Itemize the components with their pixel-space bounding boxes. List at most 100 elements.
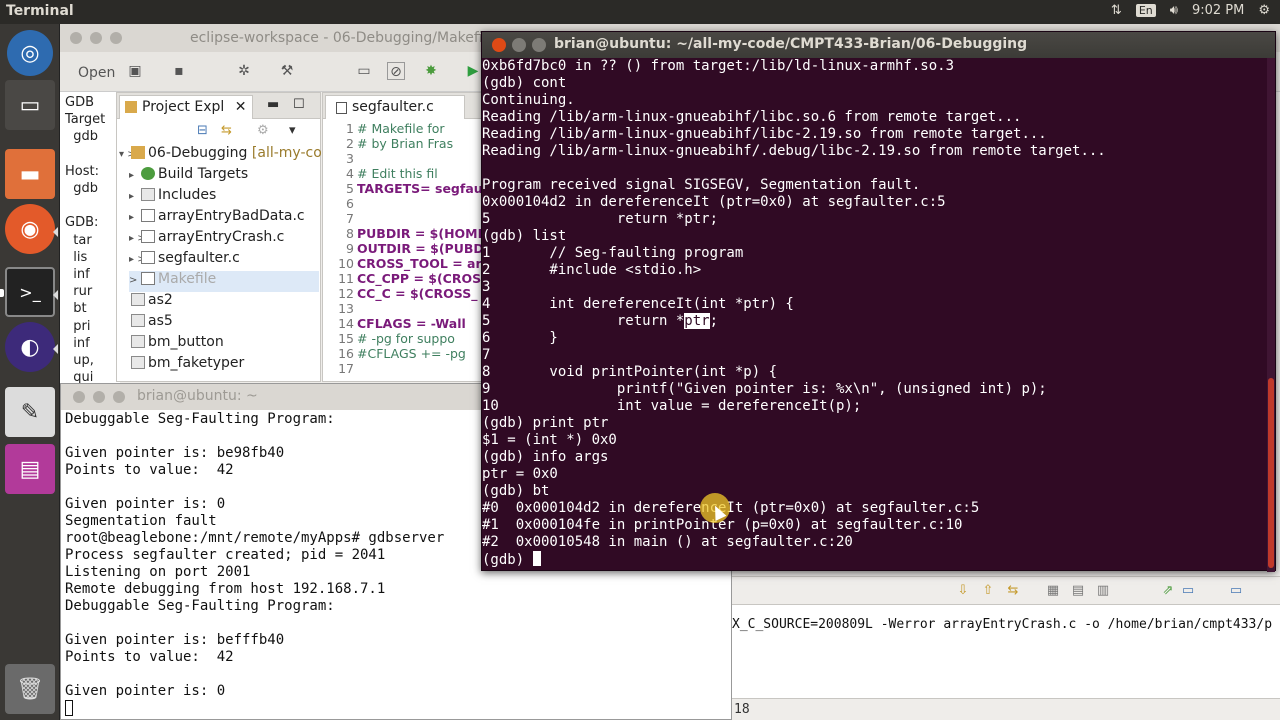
pin-icon[interactable]: ▦ — [1045, 583, 1061, 599]
build-icon[interactable]: ⚒ — [278, 62, 296, 80]
collapse-all-icon[interactable]: ⊟ — [197, 123, 208, 138]
code-text: OUTDIR = $(PUBD — [357, 241, 484, 256]
save-icon[interactable]: ▪ — [170, 62, 188, 80]
terminal-line: Reading /lib/arm-linux-gnueabihf/libc-2.… — [482, 126, 1047, 142]
open-console-icon[interactable]: ▭ — [1228, 583, 1244, 599]
terminal-line: Reading /lib/arm-linux-gnueabihf/.debug/… — [482, 143, 1106, 159]
tab-segfaulter-c[interactable]: segfaulter.c — [325, 95, 465, 119]
gear-icon[interactable]: ⚙ — [1258, 3, 1270, 18]
expand-arrow-icon[interactable]: > — [129, 275, 141, 286]
app-icon[interactable]: ▤ — [5, 444, 55, 494]
minimize-button[interactable] — [90, 32, 102, 44]
link-editor-icon[interactable]: ⇆ — [221, 123, 232, 138]
keyboard-language-indicator[interactable]: En — [1135, 4, 1156, 17]
files-folder-icon[interactable]: ▬ — [5, 149, 55, 199]
tree-item[interactable]: bm_faketyper — [119, 355, 244, 376]
gdb-note-line: tar — [65, 232, 92, 248]
eclipse-icon[interactable]: ◐ — [5, 322, 55, 372]
close-button[interactable] — [492, 38, 506, 52]
code-text: # -pg for suppo — [357, 331, 455, 346]
up-arrow-icon[interactable]: ⇧ — [980, 583, 996, 599]
filter-icon[interactable]: ⚙ — [257, 123, 269, 138]
minimize-button[interactable] — [93, 391, 105, 403]
firefox-icon[interactable]: ◉ — [5, 204, 55, 254]
tree-item-label: as2 — [148, 292, 173, 308]
terminal-icon[interactable]: >_ — [5, 267, 55, 317]
tree-item[interactable]: bm_button — [119, 334, 224, 355]
maximize-button[interactable] — [113, 391, 125, 403]
folder-icon — [141, 188, 155, 201]
code-line: 7 — [323, 211, 357, 226]
project-explorer: Project Expl ✕ ▬ ☐ ⊟ ⇆ ⚙ ▾ ▾ > 06-Debuggi… — [116, 92, 322, 382]
console-icon[interactable]: ▭ — [355, 62, 373, 80]
tree-item[interactable]: > Makefile — [129, 271, 319, 292]
gdb-terminal-output[interactable]: 0xb6fd7bc0 in ?? () from target:/lib/ld-… — [482, 58, 1267, 572]
tree-item[interactable]: ▸ arrayEntryBadData.c — [129, 208, 305, 229]
network-icon[interactable]: ⇅ — [1111, 3, 1122, 18]
maximize-button[interactable] — [532, 38, 546, 52]
volume-icon[interactable]: 🔊︎ — [1170, 3, 1178, 18]
view-menu-icon[interactable]: ▾ — [289, 123, 296, 138]
new-console-icon[interactable]: ⇗ — [1160, 583, 1176, 599]
clock[interactable]: 9:02 PM — [1192, 3, 1244, 18]
gdb-prompt-line[interactable]: (gdb) — [482, 551, 1267, 568]
expand-arrow-icon[interactable]: ▸ — [129, 170, 141, 181]
status-text: 18 — [734, 702, 750, 717]
expand-arrow-icon[interactable]: ▸ > — [129, 233, 146, 244]
tree-item-label: 06-Debugging — [148, 145, 248, 161]
tree-item[interactable]: ▾ > 06-Debugging [all-my-co — [119, 145, 322, 166]
settings-icon[interactable]: ✲ — [235, 62, 253, 80]
tree-item[interactable]: ▸ Includes — [129, 187, 216, 208]
code-line: 9 OUTDIR = $(PUBD — [323, 241, 484, 256]
launcher: ◎ ▭ ▬ ◉ >_ ◐ ✎ ▤ 🗑︎ — [0, 24, 60, 720]
debug-icon[interactable]: ✸ — [422, 62, 440, 80]
folder-icon — [131, 293, 145, 306]
close-icon[interactable]: ✕ — [235, 99, 247, 115]
terminal-line: 9 printf("Given pointer is: %x\n", (unsi… — [482, 381, 1047, 397]
expand-arrow-icon[interactable]: ▸ — [129, 212, 141, 223]
gdb-note-line: Target — [65, 112, 106, 128]
display-console-icon[interactable]: ▭ — [1180, 583, 1196, 599]
tree-item[interactable]: ▸ > arrayEntryCrash.c — [129, 229, 284, 250]
link-icon[interactable]: ⇆ — [1005, 583, 1021, 599]
tree-item[interactable]: ▸ Build Targets — [129, 166, 248, 187]
tree-item[interactable]: as5 — [119, 313, 173, 334]
gdb-note-line: GDB — [65, 95, 95, 110]
trash-icon[interactable]: 🗑︎ — [5, 664, 55, 714]
skip-breakpoints-icon[interactable]: ⊘ — [387, 62, 405, 80]
tab-project-explorer[interactable]: Project Expl ✕ — [119, 95, 254, 119]
close-button[interactable] — [73, 391, 85, 403]
system-tray: ⇅ En 🔊︎ 9:02 PM ⚙ — [1111, 3, 1270, 18]
selected-text[interactable]: ptr — [684, 313, 710, 329]
code-line: 12 CC_C = $(CROSS_ — [323, 286, 477, 301]
ubuntu-dash-icon[interactable]: ◎ — [7, 30, 53, 76]
down-arrow-icon[interactable]: ⇩ — [955, 583, 971, 599]
scroll-lock-icon[interactable]: ▤ — [1070, 583, 1086, 599]
run-icon[interactable]: ▶ — [464, 62, 482, 80]
expand-arrow-icon[interactable]: ▸ — [129, 191, 141, 202]
maximize-button[interactable] — [110, 32, 122, 44]
maximize-view-button[interactable]: ☐ — [293, 97, 305, 112]
code-text: #CFLAGS += -pg — [357, 346, 466, 361]
gdb-note-line: up, — [65, 353, 94, 368]
folder-icon — [131, 335, 145, 348]
gdb-note-line: lis — [65, 249, 88, 265]
minimize-button[interactable] — [512, 38, 526, 52]
gdb-note-line: inf — [65, 267, 90, 282]
tree-item[interactable]: ▸ > segfaulter.c — [129, 250, 240, 271]
text-editor-icon[interactable]: ✎ — [5, 387, 55, 437]
gdb-terminal-window: brian@ubuntu: ~/all-my-code/CMPT433-Bria… — [481, 31, 1276, 572]
minimize-view-button[interactable]: ▬ — [267, 97, 279, 112]
expand-arrow-icon[interactable]: ▾ > — [119, 149, 136, 160]
workspace-switcher-icon[interactable]: ▭ — [5, 80, 55, 130]
tree-item[interactable]: as2 — [119, 292, 173, 313]
close-button[interactable] — [70, 32, 82, 44]
expand-arrow-icon[interactable]: ▸ > — [129, 254, 146, 265]
file-icon — [141, 251, 155, 264]
scrollbar-thumb[interactable] — [1268, 378, 1274, 568]
word-wrap-icon[interactable]: ▥ — [1095, 583, 1111, 599]
terminal-scrollbar[interactable] — [1267, 58, 1275, 572]
new-icon[interactable]: ▣ — [126, 62, 144, 80]
open-menu[interactable]: Open — [78, 65, 115, 81]
